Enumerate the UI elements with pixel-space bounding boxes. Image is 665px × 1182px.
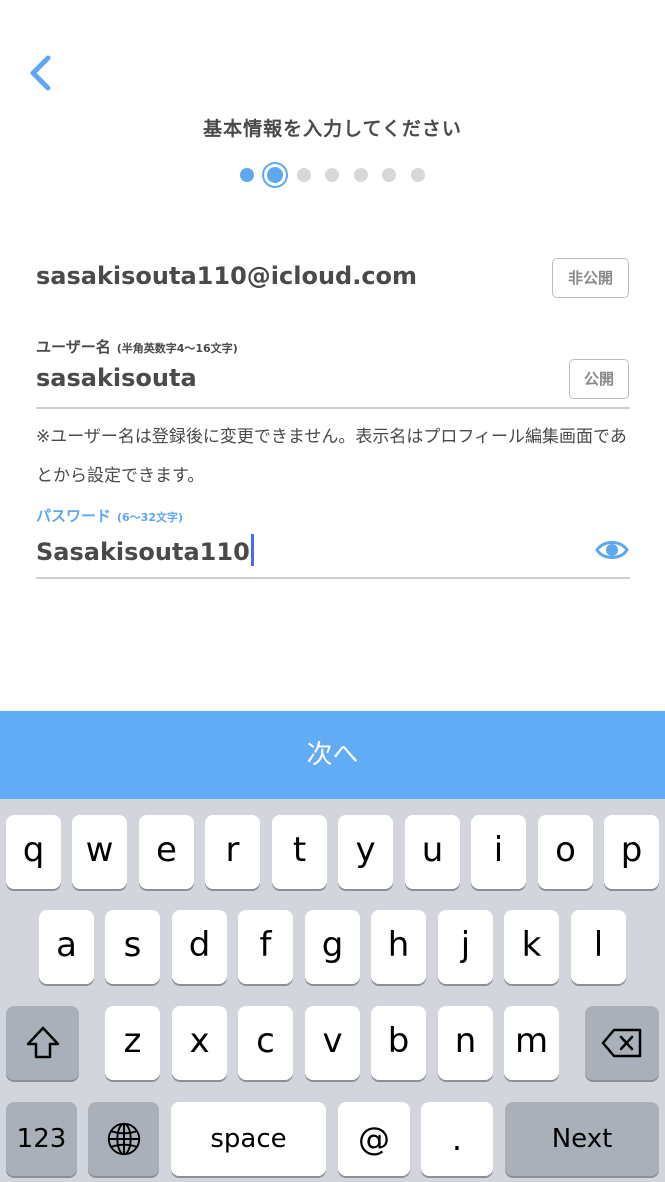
email-visibility-badge[interactable]: 非公開	[552, 258, 629, 298]
key-o[interactable]: o	[538, 815, 593, 889]
key-k[interactable]: k	[504, 910, 559, 984]
at-key[interactable]: @	[338, 1102, 410, 1176]
key-p[interactable]: p	[604, 815, 659, 889]
key-d[interactable]: d	[172, 910, 227, 984]
key-w[interactable]: w	[72, 815, 127, 889]
key-s[interactable]: s	[105, 910, 160, 984]
username-label-text: ユーザー名	[36, 338, 111, 356]
next-button[interactable]: 次へ	[0, 711, 665, 799]
step-dot-current	[267, 167, 283, 183]
step-dot	[354, 168, 368, 182]
page-title: 基本情報を入力してください	[203, 118, 462, 140]
email-value: sasakisouta110@icloud.com	[36, 262, 418, 290]
key-i[interactable]: i	[471, 815, 526, 889]
password-value: Sasakisouta110	[36, 538, 250, 566]
username-field[interactable]: sasakisouta	[36, 364, 197, 392]
key-q[interactable]: q	[6, 815, 61, 889]
dot-key[interactable]: .	[421, 1102, 493, 1176]
key-z[interactable]: z	[105, 1006, 160, 1080]
key-c[interactable]: c	[238, 1006, 293, 1080]
key-u[interactable]: u	[405, 815, 460, 889]
globe-key[interactable]	[88, 1102, 159, 1176]
step-dot	[240, 168, 254, 182]
numbers-key[interactable]: 123	[6, 1102, 77, 1176]
username-hint: (半角英数字4〜16文字)	[116, 342, 238, 355]
key-t[interactable]: t	[272, 815, 327, 889]
back-chevron-icon[interactable]	[22, 52, 62, 92]
key-f[interactable]: f	[238, 910, 293, 984]
password-field[interactable]: Sasakisouta110	[36, 534, 254, 566]
step-dot	[382, 168, 396, 182]
key-e[interactable]: e	[139, 815, 194, 889]
step-dot	[297, 168, 311, 182]
password-hint: (6〜32文字)	[117, 511, 184, 524]
key-a[interactable]: a	[39, 910, 94, 984]
key-n[interactable]: n	[438, 1006, 493, 1080]
key-r[interactable]: r	[205, 815, 260, 889]
key-g[interactable]: g	[305, 910, 360, 984]
next-return-key[interactable]: Next	[505, 1102, 659, 1176]
password-label-text: パスワード	[36, 507, 112, 525]
key-j[interactable]: j	[438, 910, 493, 984]
username-visibility-badge[interactable]: 公開	[569, 359, 629, 399]
eye-icon[interactable]	[595, 536, 629, 564]
step-dot	[325, 168, 339, 182]
key-v[interactable]: v	[305, 1006, 360, 1080]
shift-icon	[26, 1026, 59, 1059]
backspace-icon	[601, 1028, 642, 1058]
key-b[interactable]: b	[371, 1006, 426, 1080]
step-dot	[411, 168, 425, 182]
step-indicator	[0, 162, 665, 188]
text-caret	[250, 534, 254, 566]
username-underline	[36, 407, 630, 409]
key-y[interactable]: y	[338, 815, 393, 889]
key-x[interactable]: x	[172, 1006, 227, 1080]
password-underline	[36, 577, 630, 579]
backspace-key[interactable]	[585, 1006, 659, 1080]
key-m[interactable]: m	[504, 1006, 559, 1080]
password-label: パスワード (6〜32文字)	[36, 505, 183, 526]
shift-key[interactable]	[6, 1006, 79, 1080]
globe-icon	[107, 1122, 140, 1156]
username-label: ユーザー名 (半角英数字4〜16文字)	[36, 336, 238, 357]
username-note: ※ユーザー名は登録後に変更できません。表示名はプロフィール編集画面であとから設定…	[36, 427, 627, 486]
space-key[interactable]: space	[171, 1102, 326, 1176]
key-l[interactable]: l	[571, 910, 626, 984]
keyboard: q w e r t y u i o p a s d f g h j k l z …	[0, 799, 665, 1182]
key-h[interactable]: h	[371, 910, 426, 984]
